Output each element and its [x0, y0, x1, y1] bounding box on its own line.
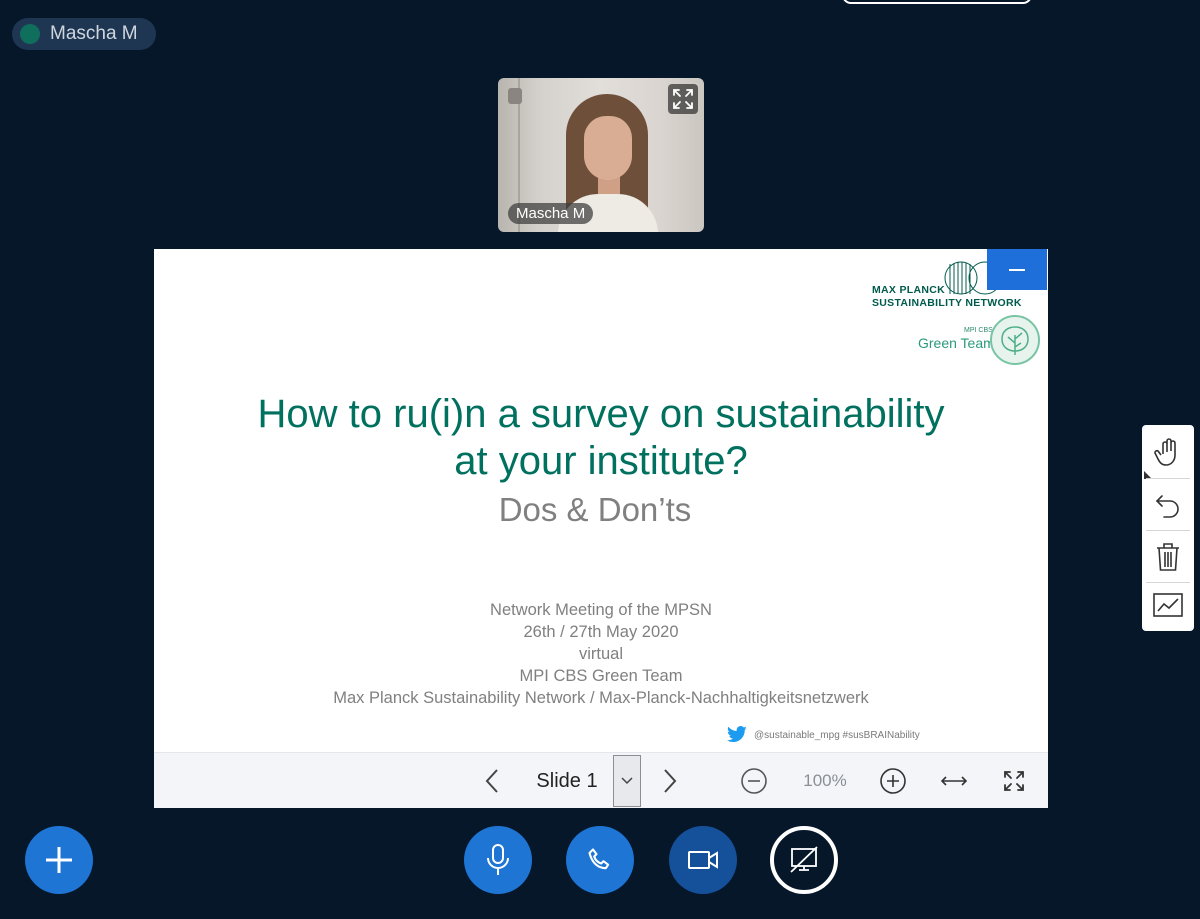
trash-icon: [1157, 543, 1179, 571]
twitter-handle: @sustainable_mpg #susBRAINability: [726, 726, 920, 744]
next-slide-button[interactable]: [650, 753, 690, 809]
slide-title-line-1: How to ru(i)n a survey on sustainability: [257, 392, 945, 436]
info-line: Network Meeting of the MPSN: [490, 601, 712, 619]
annotation-chart-icon: [1153, 593, 1183, 617]
zoom-out-button[interactable]: [734, 753, 774, 809]
slide-info-block: Network Meeting of the MPSN 26th / 27th …: [154, 599, 1048, 709]
actions-add-button[interactable]: [25, 826, 93, 894]
fit-to-width-button[interactable]: [934, 753, 974, 809]
info-line: Max Planck Sustainability Network / Max-…: [333, 689, 869, 707]
user-avatar-dot: [20, 24, 40, 44]
chevron-right-icon: [664, 769, 677, 793]
zoom-value: 100%: [803, 771, 847, 790]
twitter-bird-icon: [727, 726, 747, 743]
undo-button[interactable]: [1142, 479, 1194, 531]
screen-share-icon: [790, 846, 818, 873]
slide-dropdown-button[interactable]: [613, 755, 641, 807]
webcam-name-label: Mascha M: [508, 203, 594, 224]
zoom-in-button[interactable]: [873, 753, 913, 809]
minimize-presentation-button[interactable]: [987, 249, 1047, 290]
brain-logo-icon: [990, 315, 1040, 365]
fullscreen-button[interactable]: [994, 753, 1034, 809]
undo-icon: [1155, 495, 1179, 518]
hand-icon: [1154, 438, 1176, 466]
fullscreen-icon: [1004, 771, 1024, 791]
green-team-label: Green Team: [918, 335, 995, 351]
cam-person-face: [584, 116, 632, 180]
info-line: MPI CBS Green Team: [519, 667, 683, 685]
info-line: virtual: [578, 645, 623, 663]
expand-arrows-icon[interactable]: [668, 84, 698, 114]
microphone-icon: [487, 844, 509, 875]
green-team-small-label: MPI CBS: [964, 327, 993, 334]
slide-number-label: Slide 1: [536, 769, 598, 792]
slide-title: How to ru(i)n a survey on sustainability…: [154, 391, 1048, 485]
microphone-button[interactable]: [464, 826, 532, 894]
fit-width-arrows-icon: [940, 776, 968, 786]
multi-user-annotation-button[interactable]: [1142, 580, 1194, 632]
zoom-in-icon: [880, 768, 906, 794]
presentation-slide: MAX PLANCK SUSTAINABILITY NETWORK MPI CB…: [154, 249, 1048, 752]
clear-annotations-button[interactable]: [1142, 531, 1194, 583]
webcam-tile[interactable]: Mascha M: [498, 78, 704, 232]
chevron-down-icon: [621, 777, 633, 785]
hand-tool-button[interactable]: [1142, 427, 1194, 479]
info-line: 26th / 27th May 2020: [523, 623, 679, 641]
slide-subtitle: Dos & Don’ts: [498, 491, 692, 528]
slide-selector[interactable]: Slide 1: [522, 753, 612, 809]
cam-wall-plug: [508, 88, 522, 104]
previous-slide-button[interactable]: [472, 753, 512, 809]
logo-line-2: SUSTAINABILITY NETWORK: [872, 297, 1022, 309]
phone-icon: [588, 848, 610, 870]
slide-title-line-2: at your institute?: [454, 439, 748, 483]
phone-audio-button[interactable]: [566, 826, 634, 894]
minus-icon: [1009, 268, 1025, 271]
whiteboard-toolbar: [1142, 425, 1194, 631]
chevron-left-icon: [485, 769, 498, 793]
zoom-out-icon: [741, 768, 767, 794]
screen-share-button[interactable]: [770, 826, 838, 894]
zoom-level: 100%: [790, 753, 860, 809]
presentation-toolbar: Slide 1 100%: [154, 752, 1048, 808]
user-list-pill[interactable]: Mascha M: [12, 18, 156, 50]
top-partial-button[interactable]: [842, 0, 1032, 4]
add-icon: [46, 847, 72, 873]
video-camera-button[interactable]: [669, 826, 737, 894]
user-pill-name: Mascha M: [50, 23, 138, 44]
video-camera-icon: [688, 851, 718, 869]
twitter-text: @sustainable_mpg #susBRAINability: [754, 729, 920, 741]
